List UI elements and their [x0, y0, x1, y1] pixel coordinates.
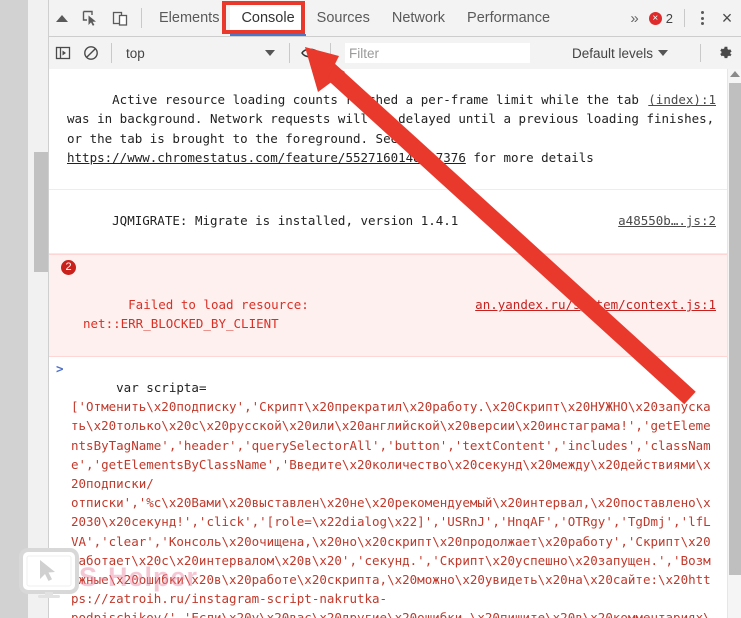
console-message-text: JQMIGRATE: Migrate is installed, version…: [112, 213, 459, 229]
chevron-right-icon: >: [56, 360, 64, 376]
more-tabs-button[interactable]: »: [621, 10, 646, 27]
console-toolbar-divider-1: [111, 43, 112, 63]
clear-console-icon: [84, 46, 98, 60]
chevron-down-icon: [658, 50, 669, 56]
console-sidebar-toggle-icon: [55, 46, 71, 60]
devtools-settings-button[interactable]: [708, 37, 741, 69]
kebab-dot: [700, 11, 704, 14]
scroll-up-arrow-icon[interactable]: [730, 71, 740, 77]
console-toolbar-divider-3: [330, 43, 331, 63]
error-repeat-count-badge: 2: [61, 259, 76, 275]
chevron-up-icon: [56, 14, 68, 22]
error-count-badge[interactable]: × 2: [647, 11, 677, 26]
console-toolbar-divider-2: [289, 43, 290, 63]
devtools-main-menu-button[interactable]: [692, 0, 712, 36]
toolbar-divider-right: [684, 9, 685, 27]
chevron-down-icon: [265, 50, 275, 56]
console-scrollbar-thumb[interactable]: [729, 83, 741, 575]
chromestatus-feature-link[interactable]: https://www.chromestatus.com/feature/552…: [67, 150, 466, 165]
tab-network[interactable]: Network: [381, 1, 456, 36]
console-toolbar-right-group: [693, 37, 741, 69]
page-scrollbar-track[interactable]: [34, 0, 48, 618]
console-sidebar-toggle-button[interactable]: [49, 37, 77, 69]
devtools-tabbar: Elements Console Sources Network Perform…: [49, 0, 741, 37]
device-toolbar-button[interactable]: [105, 0, 135, 36]
console-message-source-link[interactable]: (index):1: [648, 90, 716, 109]
error-count-label: 2: [665, 10, 673, 26]
console-message-source-link[interactable]: a48550b….js:2: [618, 211, 716, 230]
console-message-text: Failed to load resource: net::ERR_BLOCKE…: [83, 297, 317, 332]
execution-context-label: top: [126, 45, 145, 61]
monitor-cursor-icon: [19, 548, 79, 598]
settings-gear-icon: [719, 46, 732, 58]
live-expression-eye-icon: [301, 48, 319, 58]
console-message-text-part: for more details: [465, 149, 594, 165]
tab-elements[interactable]: Elements: [148, 1, 230, 36]
console-scrollbar-track[interactable]: [727, 69, 741, 618]
close-devtools-button[interactable]: ×: [712, 0, 741, 36]
console-message-info: a48550b….js:2 JQMIGRATE: Migrate is insta…: [49, 190, 741, 254]
tab-performance[interactable]: Performance: [456, 1, 561, 36]
tab-sources[interactable]: Sources: [306, 1, 381, 36]
inspect-element-button[interactable]: [75, 0, 105, 36]
tab-console[interactable]: Console: [230, 0, 306, 36]
console-input-body: ['Отменить\x20подписку','Скрипт\x20прекр…: [71, 399, 711, 618]
live-expression-button[interactable]: [296, 37, 324, 69]
error-dot-icon: ×: [648, 11, 662, 25]
kebab-dot: [700, 16, 704, 20]
devtools-window: Elements Console Sources Network Perform…: [48, 0, 741, 618]
console-input-echo[interactable]: > var scripta= ['Отменить\x20подписку','С…: [49, 357, 741, 618]
toolbar-divider: [141, 8, 142, 28]
clear-console-button[interactable]: [77, 37, 105, 69]
console-message-source-link[interactable]: an.yandex.ru/system/context.js:1: [475, 295, 716, 314]
tabbar-right-group: » × 2 ×: [621, 0, 741, 36]
execution-context-select[interactable]: top: [118, 37, 283, 69]
console-message-error: 2 an.yandex.ru/system/context.js:1 Failed…: [49, 253, 741, 357]
inspect-element-icon: [82, 10, 96, 26]
page-scrollbar-thumb[interactable]: [34, 152, 48, 272]
collapse-panel-button[interactable]: [49, 0, 75, 36]
console-message-text-part: Active resource loading counts reached a…: [67, 92, 722, 146]
console-message-list: (index):1 Active resource loading counts …: [49, 69, 741, 618]
console-filter-input[interactable]: [345, 43, 530, 63]
log-levels-label: Default levels: [572, 45, 654, 61]
console-toolbar: top Default levels: [49, 37, 741, 70]
log-levels-select[interactable]: Default levels: [572, 45, 669, 61]
console-input-head: var scripta=: [116, 380, 207, 396]
device-toolbar-icon: [112, 11, 127, 26]
console-message-warning: (index):1 Active resource loading counts …: [49, 69, 741, 191]
console-toolbar-divider-4: [700, 44, 701, 62]
page-backdrop: [0, 0, 29, 618]
kebab-dot: [700, 22, 704, 25]
